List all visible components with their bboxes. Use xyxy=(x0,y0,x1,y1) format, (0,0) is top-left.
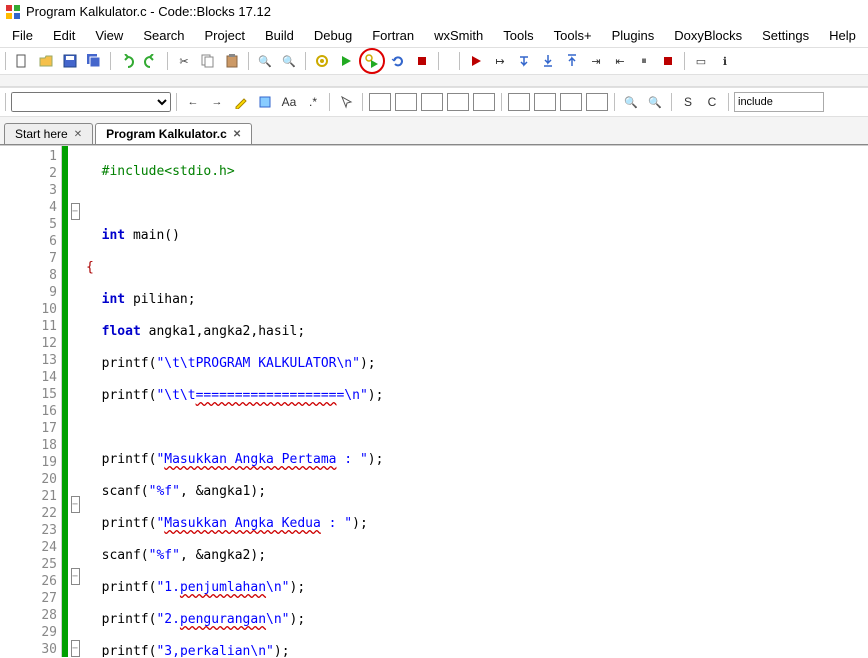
build-and-run-highlight xyxy=(359,48,385,74)
menu-settings[interactable]: Settings xyxy=(754,26,817,45)
tab-label: Start here xyxy=(15,127,68,141)
zoom-out-icon[interactable]: 🔍 xyxy=(644,91,666,113)
diag6-icon[interactable] xyxy=(508,93,530,111)
menu-fortran[interactable]: Fortran xyxy=(364,26,422,45)
menu-build[interactable]: Build xyxy=(257,26,302,45)
menu-bar: File Edit View Search Project Build Debu… xyxy=(0,24,868,47)
cursor-icon[interactable] xyxy=(335,91,357,113)
comment-icon[interactable]: C xyxy=(701,91,723,113)
replace-icon[interactable]: 🔍 xyxy=(278,50,300,72)
menu-help[interactable]: Help xyxy=(821,26,864,45)
zoom-in-icon[interactable]: 🔍 xyxy=(620,91,642,113)
menu-project[interactable]: Project xyxy=(197,26,253,45)
build-icon[interactable] xyxy=(311,50,333,72)
undo-icon[interactable] xyxy=(116,50,138,72)
stop-debug-icon[interactable] xyxy=(657,50,679,72)
forward-icon[interactable]: → xyxy=(206,91,228,113)
info-icon[interactable]: ℹ xyxy=(714,50,736,72)
tab-strip: Start here ✕ Program Kalkulator.c ✕ xyxy=(0,117,868,145)
regex-icon[interactable]: .* xyxy=(302,91,324,113)
next-instr-icon[interactable]: ⇥ xyxy=(585,50,607,72)
selection-icon[interactable] xyxy=(254,91,276,113)
menu-plugins[interactable]: Plugins xyxy=(604,26,663,45)
back-icon[interactable]: ← xyxy=(182,91,204,113)
debug-windows-icon[interactable]: ▭ xyxy=(690,50,712,72)
menu-doxyblocks[interactable]: DoxyBlocks xyxy=(666,26,750,45)
menu-edit[interactable]: Edit xyxy=(45,26,83,45)
run-to-cursor-icon[interactable]: ↦ xyxy=(489,50,511,72)
copy-icon[interactable] xyxy=(197,50,219,72)
cut-icon[interactable]: ✂ xyxy=(173,50,195,72)
diag2-icon[interactable] xyxy=(395,93,417,111)
scope-select[interactable] xyxy=(11,92,171,112)
fold-column: −−−− xyxy=(68,146,82,657)
abort-icon[interactable] xyxy=(411,50,433,72)
menu-wxsmith[interactable]: wxSmith xyxy=(426,26,491,45)
search-input[interactable] xyxy=(734,92,824,112)
diag8-icon[interactable] xyxy=(560,93,582,111)
menu-tools[interactable]: Tools xyxy=(495,26,541,45)
tab-program-kalkulator[interactable]: Program Kalkulator.c ✕ xyxy=(95,123,252,144)
diag5-icon[interactable] xyxy=(473,93,495,111)
app-logo-icon xyxy=(6,5,20,19)
code-editor[interactable]: 1234567891011121314151617181920212223242… xyxy=(0,145,868,657)
find-icon[interactable]: 🔍 xyxy=(254,50,276,72)
next-line-icon[interactable] xyxy=(513,50,535,72)
diag3-icon[interactable] xyxy=(421,93,443,111)
title-bar: Program Kalkulator.c - Code::Blocks 17.1… xyxy=(0,0,868,24)
menu-debug[interactable]: Debug xyxy=(306,26,360,45)
line-number-gutter: 1234567891011121314151617181920212223242… xyxy=(0,146,62,657)
diag1-icon[interactable] xyxy=(369,93,391,111)
step-instr-icon[interactable]: ⇤ xyxy=(609,50,631,72)
diag7-icon[interactable] xyxy=(534,93,556,111)
build-and-run-icon[interactable] xyxy=(361,50,383,72)
menu-toolsplus[interactable]: Tools+ xyxy=(546,26,600,45)
debug-run-icon[interactable] xyxy=(465,50,487,72)
match-case-icon[interactable]: Aa xyxy=(278,91,300,113)
tab-start-here[interactable]: Start here ✕ xyxy=(4,123,93,144)
diag9-icon[interactable] xyxy=(586,93,608,111)
paste-icon[interactable] xyxy=(221,50,243,72)
close-icon[interactable]: ✕ xyxy=(74,129,82,140)
source-icon[interactable]: S xyxy=(677,91,699,113)
save-icon[interactable] xyxy=(59,50,81,72)
menu-search[interactable]: Search xyxy=(135,26,192,45)
rebuild-icon[interactable] xyxy=(387,50,409,72)
highlight-icon[interactable] xyxy=(230,91,252,113)
close-icon[interactable]: ✕ xyxy=(233,129,241,140)
new-file-icon[interactable] xyxy=(11,50,33,72)
break-icon[interactable]: ⏸ xyxy=(633,50,655,72)
redo-icon[interactable] xyxy=(140,50,162,72)
open-file-icon[interactable] xyxy=(35,50,57,72)
step-into-icon[interactable] xyxy=(537,50,559,72)
menu-file[interactable]: File xyxy=(4,26,41,45)
window-title: Program Kalkulator.c - Code::Blocks 17.1… xyxy=(26,4,271,19)
save-all-icon[interactable] xyxy=(83,50,105,72)
menu-view[interactable]: View xyxy=(87,26,131,45)
step-out-icon[interactable] xyxy=(561,50,583,72)
tab-label: Program Kalkulator.c xyxy=(106,127,227,141)
diag4-icon[interactable] xyxy=(447,93,469,111)
run-icon[interactable] xyxy=(335,50,357,72)
main-toolbar: ✂ 🔍 🔍 ↦ ⇥ ⇤ ⏸ ▭ ℹ xyxy=(0,47,868,75)
secondary-toolbar: ← → Aa .* 🔍 🔍 S C xyxy=(0,87,868,117)
code-area[interactable]: #include<stdio.h> int main() { int pilih… xyxy=(82,146,868,657)
